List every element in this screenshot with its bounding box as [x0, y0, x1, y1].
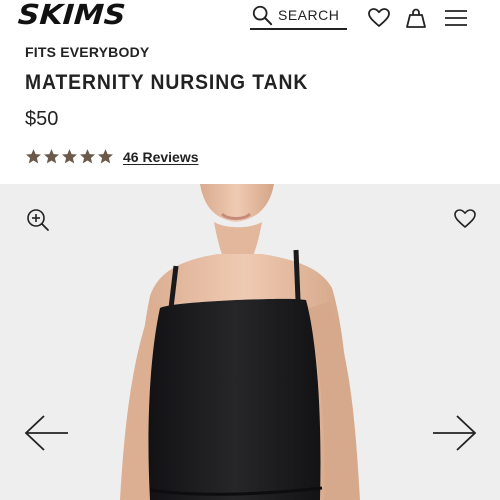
product-rating: 46 Reviews — [25, 148, 199, 165]
search-button[interactable]: SEARCH — [250, 2, 347, 30]
star-icon — [25, 149, 42, 164]
site-header: SKIMS SEARCH — [0, 0, 500, 40]
product-image — [120, 184, 360, 500]
star-icon — [43, 149, 60, 164]
next-image-button[interactable] — [431, 413, 477, 453]
reviews-link[interactable]: 46 Reviews — [123, 149, 199, 165]
previous-image-button[interactable] — [24, 413, 70, 453]
bag-icon — [406, 8, 426, 28]
star-icon — [79, 149, 96, 164]
brand-logo[interactable]: SKIMS — [17, 0, 127, 32]
menu-icon — [445, 10, 467, 26]
product-price: $50 — [25, 108, 59, 130]
product-image-gallery[interactable] — [0, 184, 500, 500]
arrow-right-icon — [433, 415, 477, 451]
cart-button[interactable] — [404, 6, 428, 30]
wishlist-button[interactable] — [367, 6, 391, 30]
rating-stars — [25, 148, 114, 165]
gallery-wishlist-button[interactable] — [453, 207, 477, 231]
heart-icon — [454, 209, 476, 228]
search-icon — [252, 5, 273, 26]
arrow-left-icon — [24, 415, 68, 451]
zoom-in-icon — [27, 209, 49, 231]
star-icon — [97, 149, 114, 164]
menu-button[interactable] — [444, 6, 468, 30]
search-label: SEARCH — [278, 7, 340, 23]
heart-icon — [368, 8, 390, 27]
star-icon — [61, 149, 78, 164]
zoom-button[interactable] — [26, 208, 50, 232]
product-collection: FITS EVERYBODY — [25, 44, 150, 60]
product-title: MATERNITY NURSING TANK — [25, 71, 309, 94]
